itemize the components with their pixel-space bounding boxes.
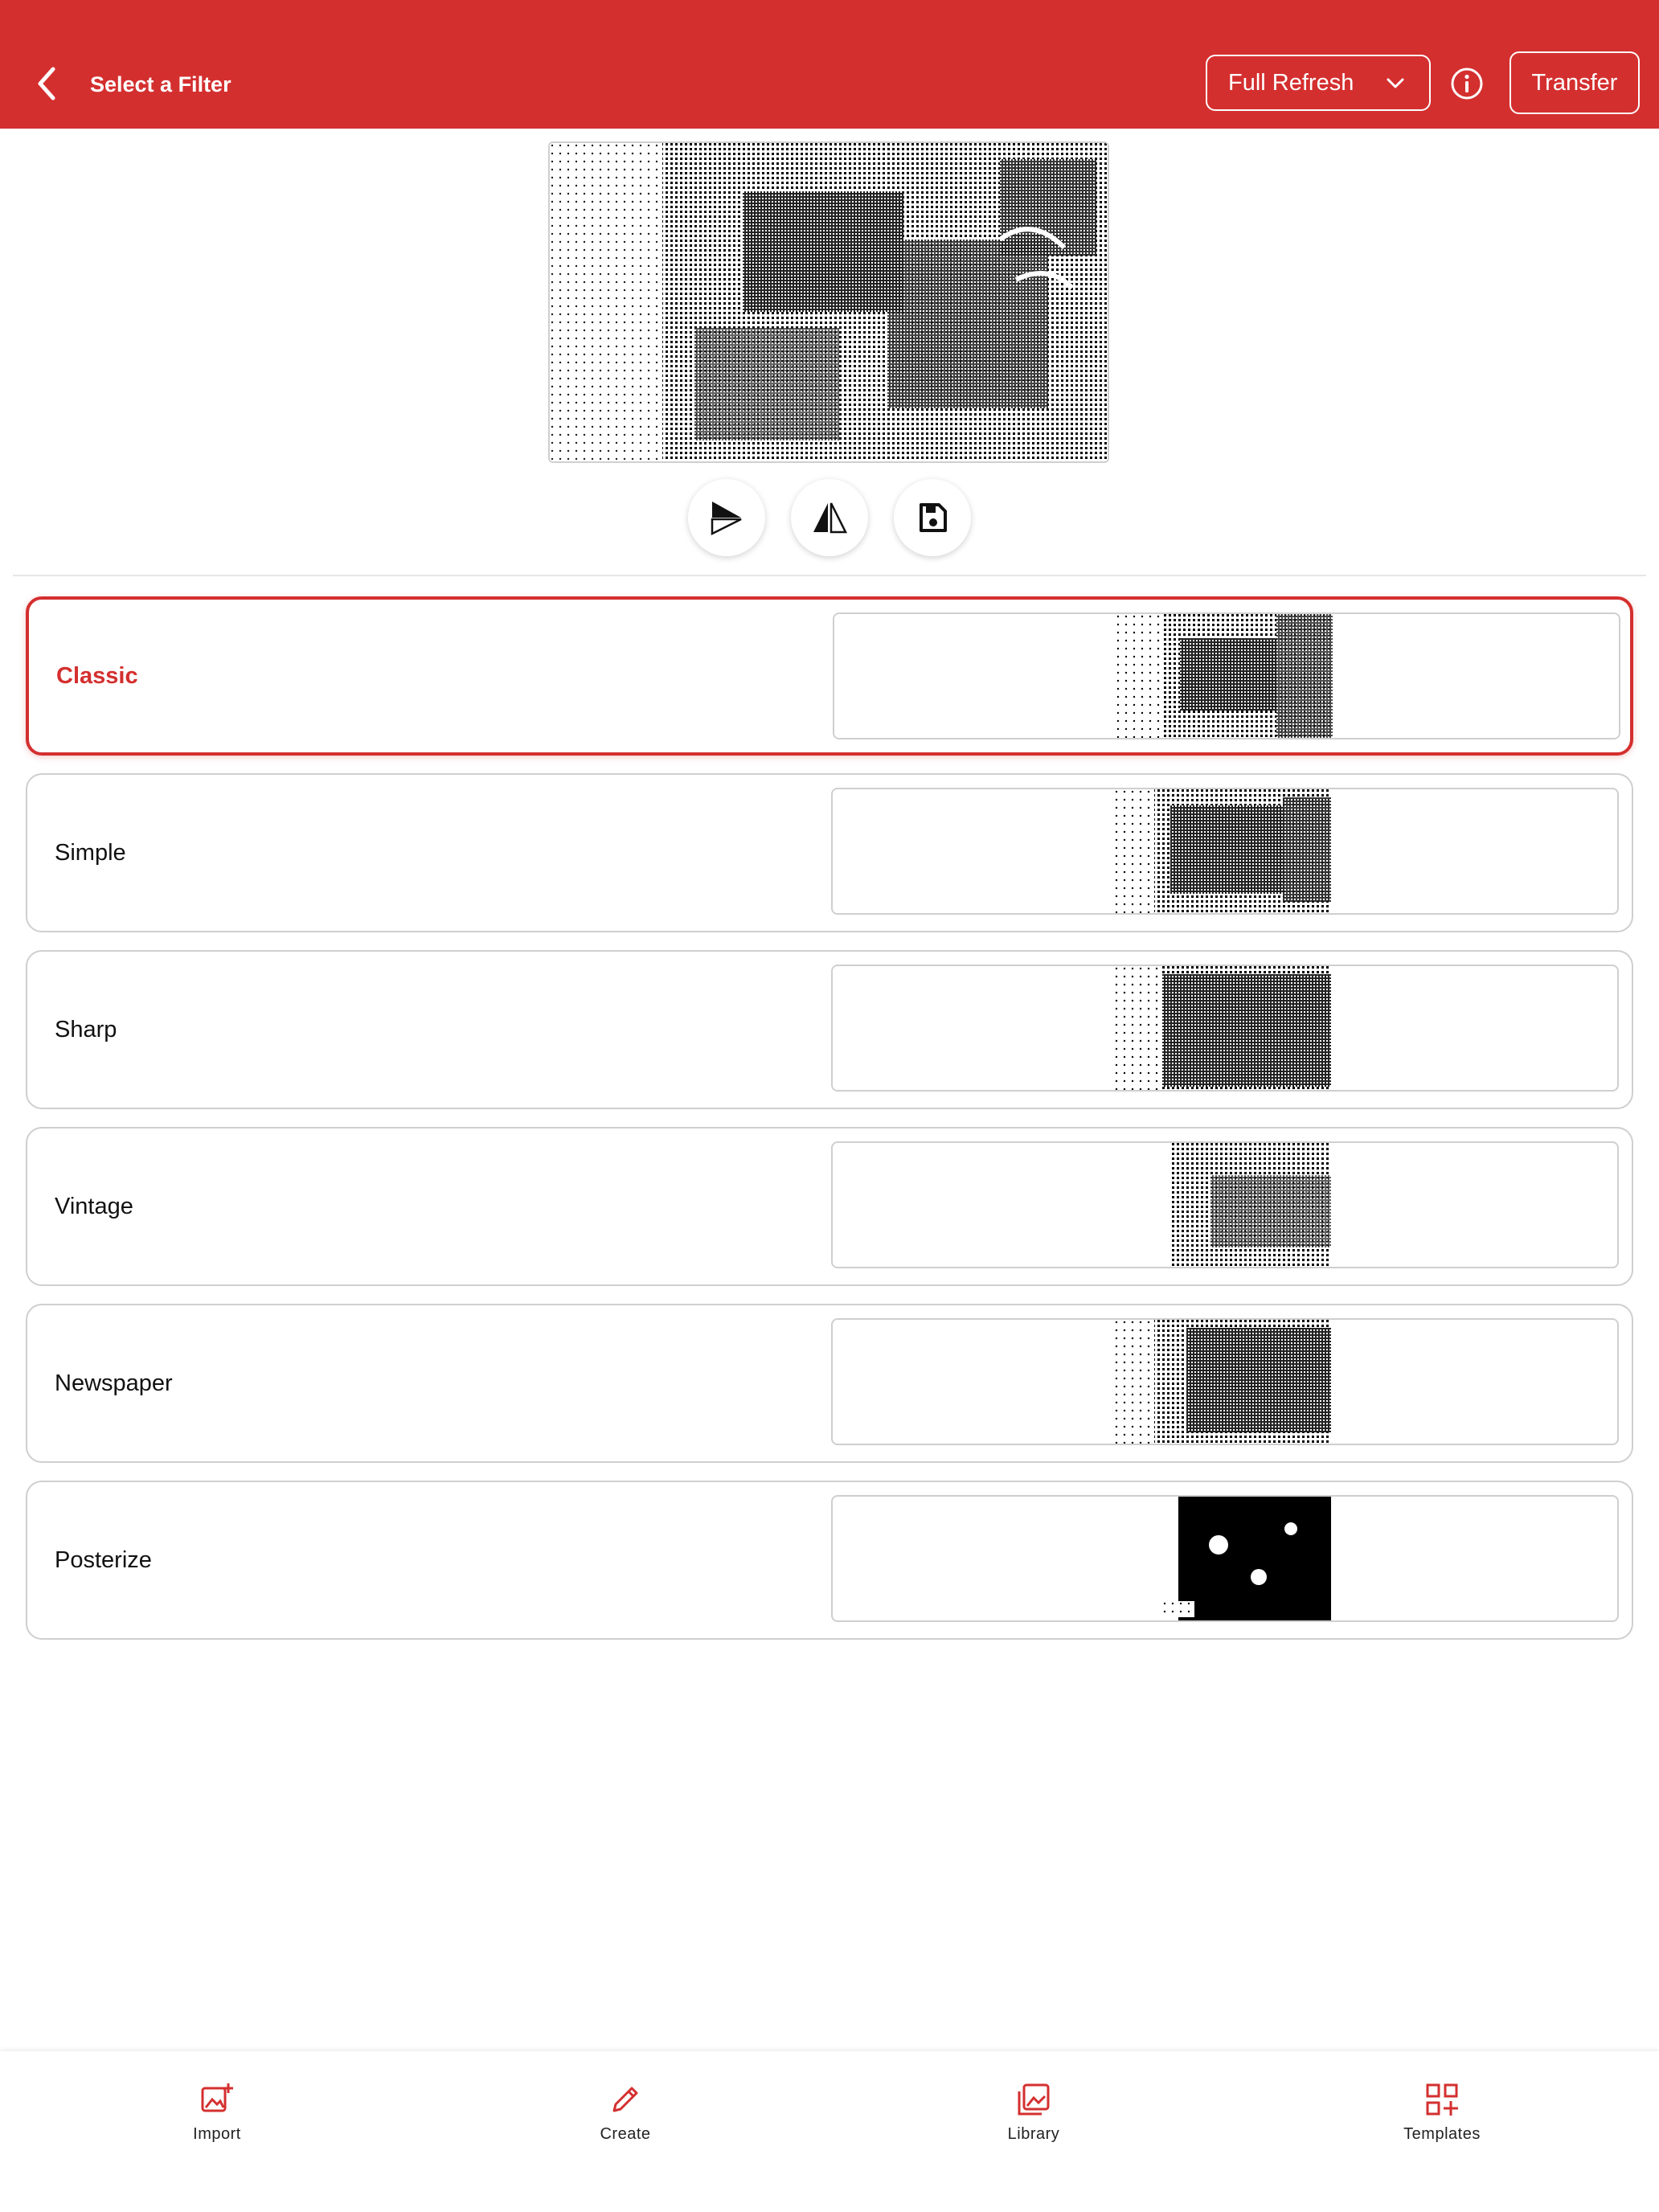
info-icon[interactable] xyxy=(1450,67,1484,100)
filter-card-newspaper[interactable]: Newspaper xyxy=(26,1304,1633,1463)
rotate-icon xyxy=(711,502,742,536)
filter-card-sharp[interactable]: Sharp xyxy=(26,950,1633,1109)
filter-label: Classic xyxy=(56,662,138,689)
filter-card-classic[interactable]: Classic xyxy=(26,596,1633,756)
image-add-icon xyxy=(201,2083,233,2112)
thumbnail-image xyxy=(1114,1143,1331,1267)
nav-create[interactable]: Create xyxy=(545,2082,706,2154)
pencil-icon xyxy=(612,2087,638,2112)
flip-icon xyxy=(813,502,848,534)
filter-card-posterize[interactable]: Posterize xyxy=(26,1481,1633,1640)
dithered-image xyxy=(550,143,1108,461)
app-bar: Select a Filter Full Refresh Transfer xyxy=(0,0,1659,129)
filter-thumbnail xyxy=(831,788,1619,915)
filter-thumbnail xyxy=(833,612,1620,739)
filter-thumbnail xyxy=(831,1495,1619,1622)
divider xyxy=(13,575,1646,576)
gallery-icon xyxy=(1018,2083,1050,2116)
nav-import[interactable]: Import xyxy=(137,2082,297,2154)
grid-add-icon xyxy=(1426,2083,1458,2116)
thumbnail-image xyxy=(1114,1497,1331,1620)
chevron-left-icon xyxy=(38,67,55,100)
filter-label: Sharp xyxy=(55,1016,117,1043)
filter-thumbnail xyxy=(831,1318,1619,1445)
nav-label: Create xyxy=(600,2125,651,2143)
nav-templates[interactable]: Templates xyxy=(1362,2082,1522,2154)
save-button[interactable] xyxy=(894,479,971,556)
filter-card-vintage[interactable]: Vintage xyxy=(26,1127,1633,1286)
transfer-button[interactable]: Transfer xyxy=(1509,51,1640,114)
thumbnail-image xyxy=(1114,789,1331,913)
refresh-mode-value: Full Refresh xyxy=(1228,69,1354,96)
filter-label: Newspaper xyxy=(55,1370,173,1396)
nav-label: Import xyxy=(193,2125,241,2143)
preview-image xyxy=(548,141,1109,463)
refresh-mode-dropdown[interactable]: Full Refresh xyxy=(1206,55,1431,111)
back-button[interactable] xyxy=(31,63,63,104)
page-title: Select a Filter xyxy=(90,72,231,96)
thumbnail-image xyxy=(1114,1320,1331,1444)
rotate-button[interactable] xyxy=(688,479,765,556)
flip-button[interactable] xyxy=(791,479,868,556)
thumbnail-image xyxy=(1116,614,1333,738)
filter-label: Simple xyxy=(55,839,126,866)
chevron-down-icon xyxy=(1387,78,1404,88)
nav-library[interactable]: Library xyxy=(953,2082,1114,2154)
filter-thumbnail xyxy=(831,965,1619,1092)
save-icon xyxy=(920,503,947,532)
filter-label: Posterize xyxy=(55,1546,152,1573)
thumbnail-image xyxy=(1114,966,1331,1090)
filter-thumbnail xyxy=(831,1141,1619,1268)
filter-label: Vintage xyxy=(55,1193,133,1219)
nav-label: Library xyxy=(1007,2125,1060,2143)
filter-card-simple[interactable]: Simple xyxy=(26,773,1633,932)
nav-label: Templates xyxy=(1403,2125,1481,2143)
